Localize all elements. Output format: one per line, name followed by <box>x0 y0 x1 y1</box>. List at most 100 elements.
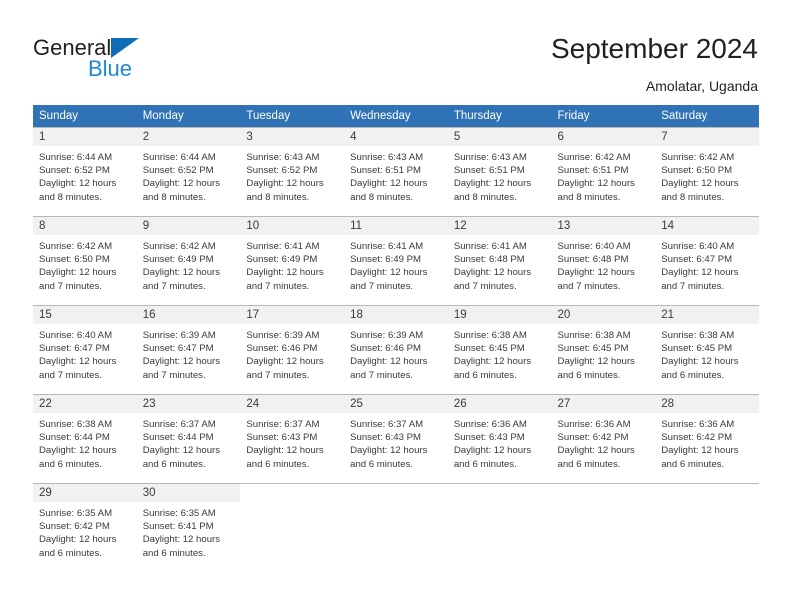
sunrise-text: Sunrise: 6:39 AM <box>142 330 216 341</box>
day-details: Sunrise: 6:37 AM Sunset: 6:43 PM Daylight:… <box>240 413 344 471</box>
day-number: 14 <box>655 217 759 235</box>
page-title: September 2024 <box>550 33 758 64</box>
calendar-day-cell[interactable]: 25 Sunrise: 6:37 AM Sunset: 6:43 PM Dayligh… <box>344 394 448 484</box>
calendar-day-cell[interactable]: 18 Sunrise: 6:39 AM Sunset: 6:46 PM Dayligh… <box>344 305 448 395</box>
calendar-day-cell[interactable]: 4 Sunrise: 6:43 AM Sunset: 6:51 PM Daylight… <box>344 127 448 217</box>
calendar-day-cell[interactable]: 9 Sunrise: 6:42 AM Sunset: 6:49 PM Daylight… <box>136 216 241 306</box>
logo-text-blue: Blue <box>88 56 133 81</box>
day-details: Sunrise: 6:42 AM Sunset: 6:49 PM Daylight:… <box>137 235 241 293</box>
day-number: 15 <box>33 306 137 324</box>
calendar-day-cell[interactable]: 28 Sunrise: 6:36 AM Sunset: 6:42 PM Dayligh… <box>655 394 759 484</box>
sunset-text: Sunset: 6:51 PM <box>453 165 525 177</box>
sunset-text: Sunset: 6:42 PM <box>661 432 733 444</box>
day-number: 24 <box>240 395 345 413</box>
day-details: Sunrise: 6:42 AM Sunset: 6:50 PM Daylight:… <box>655 146 759 204</box>
calendar-day-cell[interactable]: 6 Sunrise: 6:42 AM Sunset: 6:51 PM Daylight… <box>551 127 656 217</box>
sunrise-text: Sunrise: 6:41 AM <box>350 241 424 252</box>
day-details: Sunrise: 6:37 AM Sunset: 6:44 PM Daylight:… <box>137 413 241 471</box>
day-details: Sunrise: 6:39 AM Sunset: 6:46 PM Daylight:… <box>344 324 448 382</box>
calendar-day-cell-empty <box>344 483 448 570</box>
calendar-week-row: 22 Sunrise: 6:38 AM Sunset: 6:44 PM Dayligh… <box>33 394 759 484</box>
sunrise-text: Sunrise: 6:39 AM <box>350 330 424 341</box>
calendar-day-cell[interactable]: 26 Sunrise: 6:36 AM Sunset: 6:43 PM Dayligh… <box>447 394 552 484</box>
general-blue-logo: General Blue <box>33 36 213 90</box>
calendar-day-cell[interactable]: 30 Sunrise: 6:35 AM Sunset: 6:41 PM Dayligh… <box>136 483 241 570</box>
calendar-week-row: 1 Sunrise: 6:44 AM Sunset: 6:52 PM Daylight… <box>33 127 759 217</box>
sunset-text: Sunset: 6:51 PM <box>350 165 422 177</box>
day-details: Sunrise: 6:40 AM Sunset: 6:47 PM Daylight:… <box>655 235 759 293</box>
day-details: Sunrise: 6:40 AM Sunset: 6:48 PM Daylight:… <box>552 235 656 293</box>
daylight-text: Daylight: 12 hours and 7 minutes. <box>39 267 117 292</box>
calendar-day-cell[interactable]: 11 Sunrise: 6:41 AM Sunset: 6:49 PM Dayligh… <box>344 216 448 306</box>
weekday-header-wednesday: Wednesday <box>344 105 448 128</box>
calendar-day-cell[interactable]: 17 Sunrise: 6:39 AM Sunset: 6:46 PM Dayligh… <box>240 305 345 395</box>
daylight-text: Daylight: 12 hours and 6 minutes. <box>142 534 221 559</box>
sunrise-text: Sunrise: 6:36 AM <box>453 419 527 430</box>
calendar-day-cell[interactable]: 19 Sunrise: 6:38 AM Sunset: 6:45 PM Dayligh… <box>447 305 552 395</box>
calendar-day-cell[interactable]: 2 Sunrise: 6:44 AM Sunset: 6:52 PM Daylight… <box>136 127 241 217</box>
day-number: 2 <box>136 128 241 146</box>
calendar-day-cell[interactable]: 14 Sunrise: 6:40 AM Sunset: 6:47 PM Dayligh… <box>655 216 759 306</box>
daylight-text: Daylight: 12 hours and 8 minutes. <box>661 178 739 203</box>
calendar-day-cell[interactable]: 29 Sunrise: 6:35 AM Sunset: 6:42 PM Dayligh… <box>33 483 137 570</box>
sunrise-text: Sunrise: 6:38 AM <box>39 419 113 430</box>
calendar-day-cell[interactable]: 27 Sunrise: 6:36 AM Sunset: 6:42 PM Dayligh… <box>551 394 656 484</box>
sunrise-text: Sunrise: 6:40 AM <box>39 330 113 341</box>
sunset-text: Sunset: 6:47 PM <box>39 343 110 355</box>
sunrise-text: Sunrise: 6:44 AM <box>39 152 113 163</box>
calendar-day-cell[interactable]: 5 Sunrise: 6:43 AM Sunset: 6:51 PM Daylight… <box>447 127 552 217</box>
daylight-text: Daylight: 12 hours and 6 minutes. <box>453 356 532 381</box>
calendar-day-cell[interactable]: 23 Sunrise: 6:37 AM Sunset: 6:44 PM Dayligh… <box>136 394 241 484</box>
sunset-text: Sunset: 6:52 PM <box>246 165 318 177</box>
calendar-day-cell[interactable]: 12 Sunrise: 6:41 AM Sunset: 6:48 PM Dayligh… <box>447 216 552 306</box>
daylight-text: Daylight: 12 hours and 8 minutes. <box>453 178 532 203</box>
sunset-text: Sunset: 6:45 PM <box>557 343 629 355</box>
weekday-header-tuesday: Tuesday <box>240 105 345 128</box>
day-number: 21 <box>655 306 759 324</box>
day-details: Sunrise: 6:35 AM Sunset: 6:41 PM Daylight:… <box>137 502 241 560</box>
day-details: Sunrise: 6:40 AM Sunset: 6:47 PM Daylight:… <box>33 324 137 382</box>
calendar-day-cell[interactable]: 16 Sunrise: 6:39 AM Sunset: 6:47 PM Dayligh… <box>136 305 241 395</box>
calendar-day-cell[interactable]: 7 Sunrise: 6:42 AM Sunset: 6:50 PM Daylight… <box>655 127 759 217</box>
sunrise-text: Sunrise: 6:43 AM <box>350 152 424 163</box>
calendar-day-cell[interactable]: 3 Sunrise: 6:43 AM Sunset: 6:52 PM Daylight… <box>240 127 345 217</box>
day-number: 1 <box>33 128 137 146</box>
calendar-day-cell[interactable]: 21 Sunrise: 6:38 AM Sunset: 6:45 PM Dayligh… <box>655 305 759 395</box>
day-number: 20 <box>551 306 656 324</box>
daylight-text: Daylight: 12 hours and 8 minutes. <box>246 178 324 203</box>
day-details: Sunrise: 6:36 AM Sunset: 6:42 PM Daylight:… <box>552 413 656 471</box>
weekday-header-monday: Monday <box>136 105 241 128</box>
daylight-text: Daylight: 12 hours and 6 minutes. <box>661 445 739 470</box>
sunset-text: Sunset: 6:45 PM <box>661 343 733 355</box>
sunset-text: Sunset: 6:52 PM <box>39 165 110 177</box>
sunset-text: Sunset: 6:48 PM <box>557 254 629 266</box>
day-details: Sunrise: 6:37 AM Sunset: 6:43 PM Daylight:… <box>344 413 448 471</box>
calendar-day-cell[interactable]: 15 Sunrise: 6:40 AM Sunset: 6:47 PM Dayligh… <box>33 305 137 395</box>
calendar-day-cell[interactable]: 8 Sunrise: 6:42 AM Sunset: 6:50 PM Daylight… <box>33 216 137 306</box>
calendar-day-cell[interactable]: 24 Sunrise: 6:37 AM Sunset: 6:43 PM Dayligh… <box>240 394 345 484</box>
day-details: Sunrise: 6:36 AM Sunset: 6:43 PM Daylight:… <box>448 413 552 471</box>
sunrise-text: Sunrise: 6:39 AM <box>246 330 320 341</box>
calendar-page: General Blue September 2024 Amolatar, Ug… <box>0 0 792 612</box>
calendar-day-cell-empty <box>240 483 345 570</box>
day-number: 17 <box>240 306 345 324</box>
daylight-text: Daylight: 12 hours and 7 minutes. <box>661 267 739 292</box>
daylight-text: Daylight: 12 hours and 6 minutes. <box>39 445 117 470</box>
day-details: Sunrise: 6:41 AM Sunset: 6:49 PM Daylight:… <box>344 235 448 293</box>
sunset-text: Sunset: 6:51 PM <box>557 165 629 177</box>
sunrise-text: Sunrise: 6:35 AM <box>39 508 113 519</box>
sunrise-text: Sunrise: 6:37 AM <box>142 419 216 430</box>
calendar-day-cell[interactable]: 10 Sunrise: 6:41 AM Sunset: 6:49 PM Dayligh… <box>240 216 345 306</box>
triangle-logo-icon <box>111 38 140 58</box>
calendar-body: 1 Sunrise: 6:44 AM Sunset: 6:52 PM Daylight… <box>33 127 759 570</box>
calendar-day-cell[interactable]: 22 Sunrise: 6:38 AM Sunset: 6:44 PM Dayligh… <box>33 394 137 484</box>
sunset-text: Sunset: 6:49 PM <box>246 254 318 266</box>
day-details: Sunrise: 6:43 AM Sunset: 6:51 PM Daylight:… <box>344 146 448 204</box>
calendar-day-cell[interactable]: 13 Sunrise: 6:40 AM Sunset: 6:48 PM Dayligh… <box>551 216 656 306</box>
day-number <box>344 484 448 502</box>
day-number: 4 <box>344 128 448 146</box>
calendar-day-cell[interactable]: 20 Sunrise: 6:38 AM Sunset: 6:45 PM Dayligh… <box>551 305 656 395</box>
calendar-day-cell[interactable]: 1 Sunrise: 6:44 AM Sunset: 6:52 PM Daylight… <box>33 127 137 217</box>
daylight-text: Daylight: 12 hours and 7 minutes. <box>557 267 635 292</box>
sunrise-text: Sunrise: 6:41 AM <box>246 241 320 252</box>
